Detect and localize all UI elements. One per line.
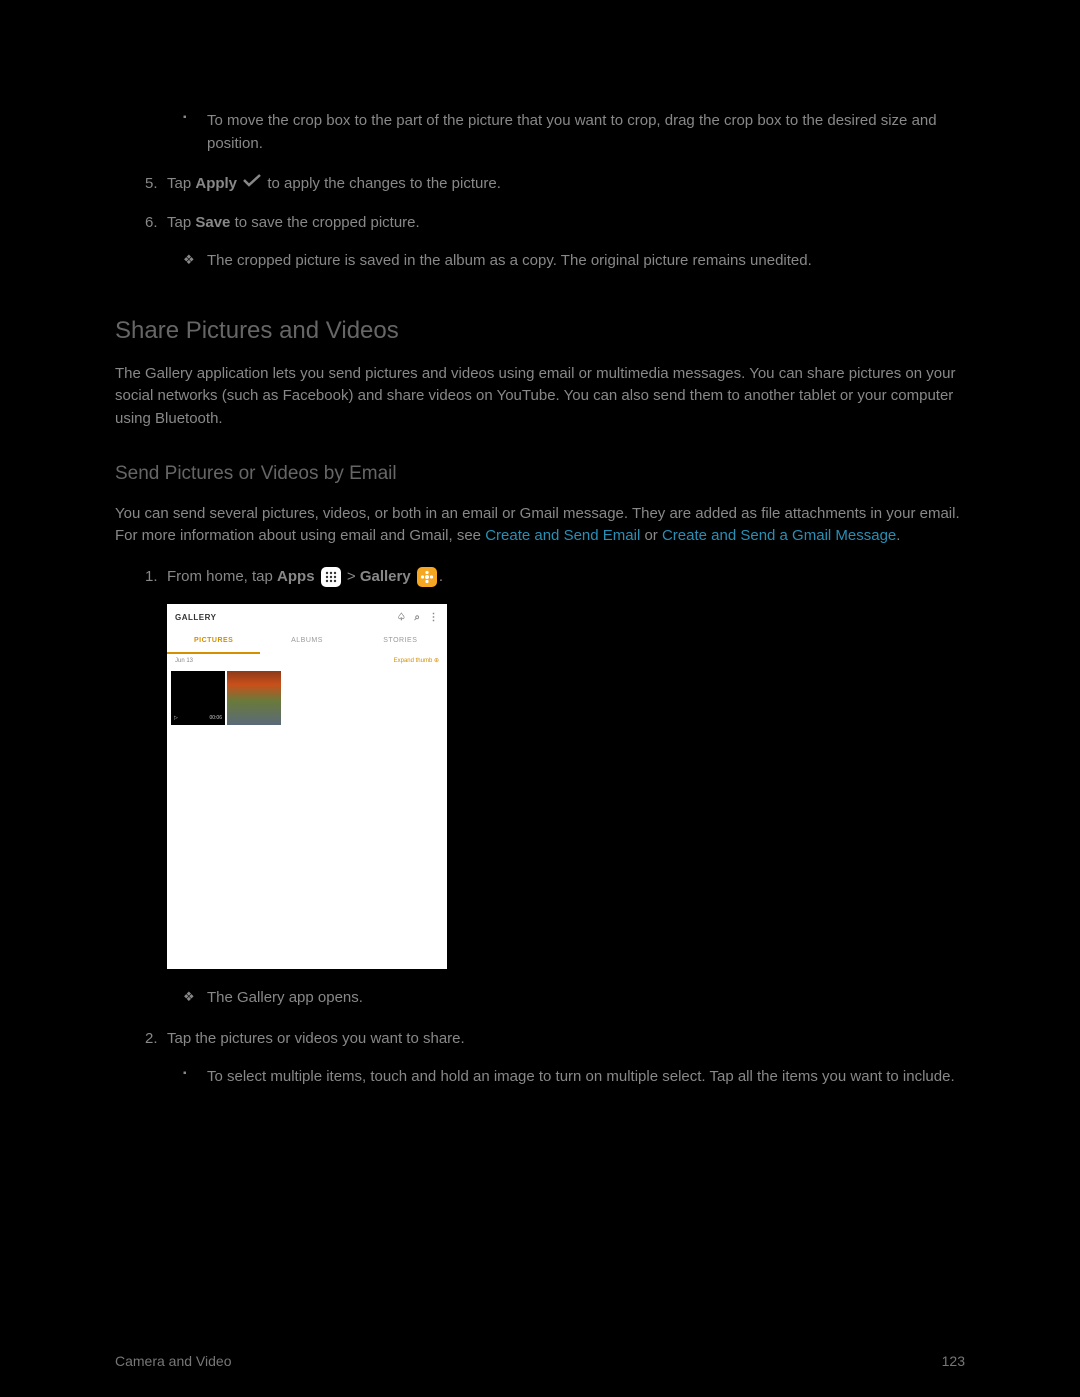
step-5-num: 5.	[145, 173, 158, 196]
step-6-bold: Save	[195, 214, 230, 231]
apps-icon	[321, 567, 341, 587]
gallery-date: Jun 13	[175, 657, 193, 666]
send-body-mid: or	[640, 527, 662, 544]
share-step-2: 2. Tap the pictures or videos you want t…	[145, 1028, 965, 1051]
share-step-2-text: Tap the pictures or videos you want to s…	[167, 1030, 465, 1047]
tab-albums: ALBUMS	[260, 631, 353, 654]
multi-select-bullet: To select multiple items, touch and hold…	[183, 1066, 965, 1089]
tab-pictures: PICTURES	[167, 631, 260, 654]
crop-move-text: To move the crop box to the part of the …	[207, 112, 937, 152]
share-heading: Share Pictures and Videos	[115, 313, 965, 349]
gallery-flower-icon	[417, 567, 437, 587]
footer-section: Camera and Video	[115, 1353, 231, 1369]
gallery-title: GALLERY	[175, 612, 216, 624]
thumbnail-image	[227, 671, 281, 725]
send-email-heading: Send Pictures or Videos by Email	[115, 460, 965, 489]
gallery-header: GALLERY ♤ ⌕ ⋮	[167, 604, 447, 631]
s1-apps: Apps	[277, 568, 315, 585]
page-footer: Camera and Video 123	[115, 1353, 965, 1369]
tab-stories: STORIES	[354, 631, 447, 654]
bell-icon: ♤	[397, 610, 406, 625]
crop-move-bullet: To move the crop box to the part of the …	[183, 110, 965, 155]
more-icon: ⋮	[429, 610, 440, 625]
gallery-opens-text: The Gallery app opens.	[207, 989, 363, 1006]
send-email-body: You can send several pictures, videos, o…	[115, 503, 965, 548]
search-icon: ⌕	[414, 610, 420, 625]
step-6-post: to save the cropped picture.	[230, 214, 419, 231]
s1-post: .	[439, 568, 443, 585]
gallery-subbar: Jun 13 Expand thumb ⊕	[167, 654, 447, 669]
link-create-send-email[interactable]: Create and Send Email	[485, 527, 640, 544]
share-step-1: 1. From home, tap Apps > Gallery .	[145, 566, 965, 589]
s1-gt: >	[347, 568, 360, 585]
share-step-1-num: 1.	[145, 566, 158, 589]
step-5-post: to apply the changes to the picture.	[267, 175, 501, 192]
video-duration: 00:06	[209, 715, 222, 723]
step-5-pre: Tap	[167, 175, 195, 192]
step-6-num: 6.	[145, 212, 158, 235]
gallery-opens-note: The Gallery app opens.	[183, 987, 965, 1010]
link-create-gmail-message[interactable]: Create and Send a Gmail Message	[662, 527, 896, 544]
play-icon: ▷	[174, 715, 178, 723]
step-6-pre: Tap	[167, 214, 195, 231]
share-body: The Gallery application lets you send pi…	[115, 363, 965, 431]
gallery-expand: Expand thumb ⊕	[394, 657, 439, 666]
gallery-screenshot: GALLERY ♤ ⌕ ⋮ PICTURES ALBUMS STORIES Ju…	[167, 604, 447, 969]
step-5: 5. Tap Apply to apply the changes to the…	[145, 173, 965, 196]
step-6: 6. Tap Save to save the cropped picture.	[145, 212, 965, 235]
step-6-note: The cropped picture is saved in the albu…	[183, 250, 965, 273]
step-6-note-text: The cropped picture is saved in the albu…	[207, 252, 812, 269]
send-body-post: .	[896, 527, 900, 544]
share-step-2-num: 2.	[145, 1028, 158, 1051]
s1-pre: From home, tap	[167, 568, 277, 585]
gallery-thumbs: ▷ 00:06	[167, 669, 447, 727]
footer-page-number: 123	[942, 1353, 965, 1369]
step-5-bold: Apply	[195, 175, 237, 192]
s1-gallery: Gallery	[360, 568, 411, 585]
thumbnail-video: ▷ 00:06	[171, 671, 225, 725]
checkmark-icon	[243, 173, 261, 196]
gallery-tabs: PICTURES ALBUMS STORIES	[167, 631, 447, 654]
multi-select-text: To select multiple items, touch and hold…	[207, 1068, 955, 1085]
